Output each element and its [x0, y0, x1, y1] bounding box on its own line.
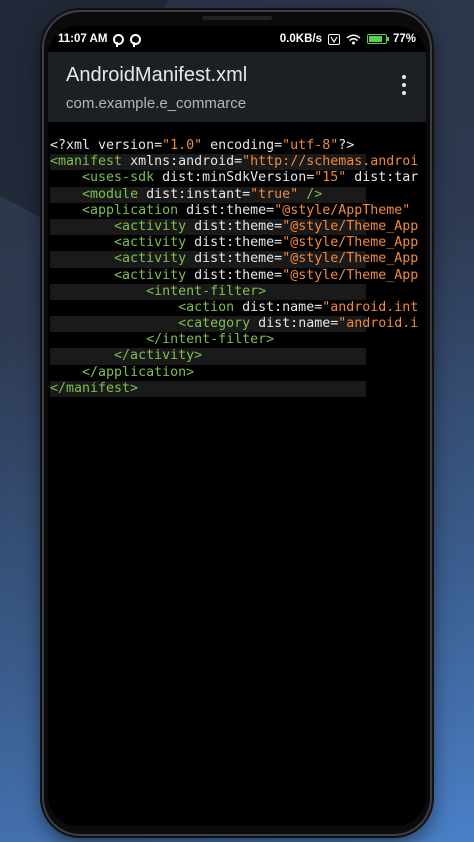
volte-icon: [327, 33, 340, 45]
code-token: ?>: [338, 138, 355, 153]
code-token: "android.i: [338, 316, 419, 332]
code-token: "@style/Theme_App: [282, 218, 419, 234]
package-subtitle: com.example.e_commarce: [66, 95, 247, 112]
code-editor[interactable]: <?xml version="1.0" encoding="utf-8"?> <m…: [50, 138, 426, 397]
menu-dot: [402, 91, 406, 95]
code-line: <action dist:name="android.int: [50, 299, 418, 316]
code-token: "utf-8": [282, 138, 339, 153]
code-line: <uses-sdk dist:minSdkVersion="15" dist:t…: [50, 170, 418, 186]
phone-frame: 11:07 AM 0.0KB/s 77% AndroidManifest.xml…: [44, 12, 430, 834]
code-line: <activity dist:theme="@style/Theme_App: [50, 267, 418, 284]
code-token: dist:instant=: [138, 186, 251, 202]
code-token: "@style/Theme_App: [282, 235, 419, 251]
code-token: "@style/AppTheme": [274, 202, 411, 218]
code-token: dist:tar: [346, 170, 419, 186]
code-token: "@style/Theme_App: [282, 267, 419, 283]
code-line: </activity>: [50, 348, 366, 365]
code-token: <application: [82, 202, 179, 218]
code-token: "http://schemas.androi: [242, 154, 419, 170]
code-token: <category: [178, 316, 251, 332]
file-title: AndroidManifest.xml: [66, 64, 248, 86]
code-line: <category dist:name="android.i: [50, 316, 418, 333]
code-token: <activity: [114, 267, 187, 283]
code-token: "1.0": [162, 138, 203, 153]
code-line: <?xml version="1.0" encoding="utf-8"?>: [50, 138, 366, 154]
code-token: <activity: [114, 235, 187, 251]
code-token: dist:name=: [234, 299, 323, 315]
code-token: "15": [314, 170, 347, 186]
status-time: 11:07 AM: [58, 33, 108, 45]
code-line: <module dist:instant="true" />: [50, 186, 366, 203]
network-speed: 0.0KB/s: [279, 33, 322, 45]
phone-speaker: [202, 16, 272, 20]
code-token: <uses-sdk: [82, 170, 155, 186]
wifi-icon: [346, 34, 361, 44]
code-line: <activity dist:theme="@style/Theme_App: [50, 235, 418, 251]
status-bar: 11:07 AM 0.0KB/s 77%: [48, 26, 426, 52]
code-token: <intent-filter>: [146, 283, 267, 299]
code-token: dist:theme=: [186, 218, 283, 234]
code-token: "android.int: [322, 299, 419, 315]
code-token: <?xml version=: [50, 138, 163, 153]
code-line: <intent-filter>: [50, 283, 366, 300]
phone-screen: 11:07 AM 0.0KB/s 77% AndroidManifest.xml…: [48, 26, 426, 826]
menu-dot: [402, 83, 406, 87]
code-token: "true": [250, 186, 299, 202]
code-line: <manifest xmlns:android="http://schemas.…: [50, 154, 418, 171]
p-app-icon: [113, 33, 125, 47]
code-token: dist:theme=: [186, 235, 283, 251]
code-line: <application dist:theme="@style/AppTheme…: [50, 202, 410, 219]
code-token: dist:theme=: [186, 251, 283, 267]
code-line: <activity dist:theme="@style/Theme_App: [50, 251, 418, 268]
code-token: </application>: [82, 364, 195, 380]
code-token: encoding=: [202, 138, 283, 153]
code-token: dist:minSdkVersion=: [154, 170, 315, 186]
battery-level: 77%: [392, 33, 416, 45]
code-token: dist:name=: [250, 316, 339, 332]
code-token: <action: [178, 299, 235, 315]
menu-dot: [402, 75, 406, 79]
code-token: </activity>: [114, 348, 203, 364]
code-token: <module: [82, 186, 139, 202]
code-token: </intent-filter>: [146, 332, 275, 348]
code-token: </manifest>: [50, 380, 139, 396]
code-line: </intent-filter>: [50, 332, 366, 348]
battery-charging-icon: [366, 34, 389, 44]
p-app-icon: [130, 33, 142, 47]
code-token: <activity: [114, 218, 187, 234]
code-line: </application>: [50, 365, 366, 381]
code-line: </manifest>: [50, 380, 366, 397]
code-token: />: [298, 186, 323, 202]
code-token: xmlns:android=: [122, 154, 243, 170]
more-vert-icon[interactable]: [396, 72, 412, 98]
code-token: "@style/Theme_App: [282, 251, 419, 267]
app-bar: AndroidManifest.xml com.example.e_commar…: [48, 52, 426, 122]
code-token: <manifest: [50, 154, 123, 170]
code-token: dist:theme=: [186, 267, 283, 283]
status-left: 11:07 AM: [58, 33, 142, 47]
code-line: <activity dist:theme="@style/Theme_App: [50, 218, 418, 236]
status-right: 0.0KB/s 77%: [280, 33, 416, 45]
code-token: <activity: [114, 251, 187, 267]
code-token: dist:theme=: [178, 202, 275, 218]
